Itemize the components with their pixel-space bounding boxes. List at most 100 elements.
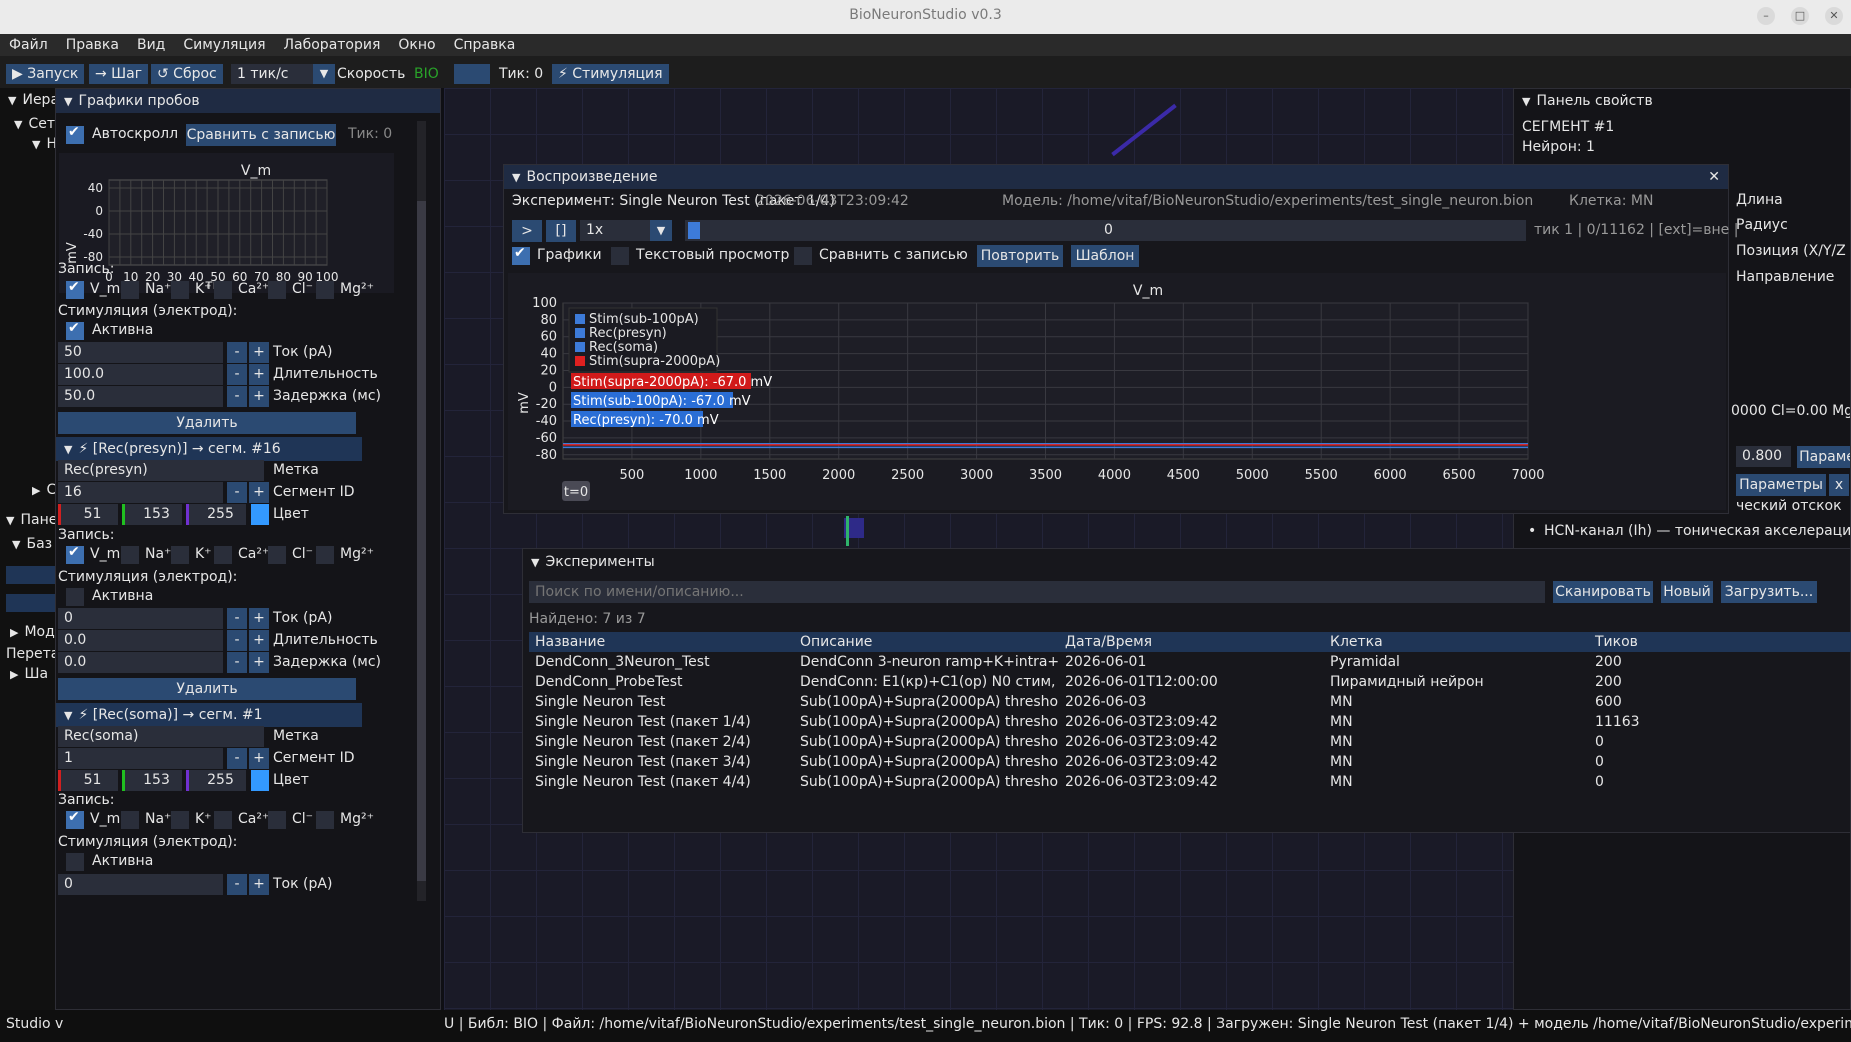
channel-checkbox-3[interactable] bbox=[214, 281, 232, 299]
column-header[interactable]: Тиков bbox=[1589, 632, 1851, 652]
new-experiment-button[interactable]: Новый bbox=[1661, 581, 1713, 603]
menu-window[interactable]: Окно bbox=[389, 34, 444, 56]
compare-checkbox[interactable] bbox=[794, 247, 812, 265]
plus-icon[interactable]: + bbox=[249, 748, 269, 769]
color-swatch[interactable] bbox=[251, 770, 269, 791]
channel-checkbox-2[interactable] bbox=[171, 546, 189, 564]
delete-probe-button[interactable]: Удалить bbox=[58, 678, 356, 700]
minus-icon[interactable]: - bbox=[227, 482, 247, 503]
color-swatch[interactable] bbox=[251, 504, 269, 525]
minus-icon[interactable]: - bbox=[227, 608, 247, 629]
run-button[interactable]: ▶ Запуск bbox=[6, 64, 85, 84]
color-g-input[interactable]: 153 bbox=[122, 770, 182, 791]
column-header[interactable]: Название bbox=[529, 632, 794, 652]
probe-soma-header[interactable]: ▼ ⚡ [Rec(soma)] → сегм. #1 bbox=[56, 703, 362, 727]
duration-input[interactable]: 0.0 bbox=[58, 630, 223, 651]
hierarchy-header[interactable]: ▼ Иера bbox=[8, 92, 59, 108]
neuron-segment[interactable] bbox=[1111, 103, 1177, 157]
text-view-checkbox[interactable] bbox=[611, 247, 629, 265]
timeline-slider[interactable]: 0 bbox=[685, 220, 1526, 241]
step-button[interactable]: → Шаг bbox=[89, 64, 149, 84]
color-r-input[interactable]: 51 bbox=[58, 504, 118, 525]
channel-checkbox-2[interactable] bbox=[171, 281, 189, 299]
delay-input[interactable]: 50.0 bbox=[58, 386, 223, 407]
plus-icon[interactable]: + bbox=[249, 386, 269, 407]
menu-edit[interactable]: Правка bbox=[57, 34, 128, 56]
channel-checkbox-4[interactable] bbox=[268, 546, 286, 564]
menu-file[interactable]: Файл bbox=[0, 34, 57, 56]
menu-view[interactable]: Вид bbox=[128, 34, 174, 56]
channel-checkbox-2[interactable] bbox=[171, 811, 189, 829]
color-b-input[interactable]: 255 bbox=[186, 770, 246, 791]
minus-icon[interactable]: - bbox=[227, 364, 247, 385]
params-tab[interactable]: Параметры bbox=[1736, 474, 1826, 496]
experiments-header[interactable]: ▼ Эксперименты bbox=[523, 549, 1850, 575]
table-row[interactable]: Single Neuron Test (пакет 2/4) Sub(100pA)… bbox=[529, 732, 1851, 752]
channel-checkbox-5[interactable] bbox=[316, 281, 334, 299]
minus-icon[interactable]: - bbox=[227, 386, 247, 407]
param-value-input[interactable]: 0.800 bbox=[1736, 446, 1791, 467]
minus-icon[interactable]: - bbox=[227, 342, 247, 363]
channel-checkbox-3[interactable] bbox=[214, 546, 232, 564]
experiment-search-input[interactable] bbox=[529, 581, 1545, 603]
segment-id-input[interactable]: 16 bbox=[58, 482, 223, 503]
channel-checkbox-1[interactable] bbox=[121, 281, 139, 299]
table-row[interactable]: DendConn_ProbeTest DendConn: E1(кр)+C1(ор… bbox=[529, 672, 1851, 692]
menu-simulation[interactable]: Симуляция bbox=[174, 34, 274, 56]
panel-section[interactable]: ▼ Пане bbox=[6, 512, 57, 528]
template-section[interactable]: ▶ Ша bbox=[10, 666, 48, 682]
stim-active-checkbox[interactable] bbox=[66, 588, 84, 606]
tree-c[interactable]: ▶ С bbox=[32, 482, 56, 498]
table-row[interactable]: Single Neuron Test (пакет 1/4) Sub(100pA)… bbox=[529, 712, 1851, 732]
base-item[interactable] bbox=[6, 566, 56, 584]
plus-icon[interactable]: + bbox=[249, 630, 269, 651]
column-header[interactable]: Клетка bbox=[1324, 632, 1589, 652]
channel-checkbox-4[interactable] bbox=[268, 281, 286, 299]
color-b-input[interactable]: 255 bbox=[186, 504, 246, 525]
probe-presyn-header[interactable]: ▼ ⚡ [Rec(presyn)] → сегм. #16 bbox=[56, 437, 362, 461]
channel-checkbox-3[interactable] bbox=[214, 811, 232, 829]
pause-button[interactable]: [] bbox=[546, 220, 576, 242]
playback-header[interactable]: ▼ Воспроизведение ✕ bbox=[504, 165, 1728, 189]
template-button[interactable]: Шаблон bbox=[1071, 245, 1139, 267]
plus-icon[interactable]: + bbox=[249, 874, 269, 895]
channel-checkbox-5[interactable] bbox=[316, 811, 334, 829]
properties-header[interactable]: ▼ Панель свойств bbox=[1514, 89, 1850, 113]
chevron-down-icon[interactable]: ▼ bbox=[650, 220, 672, 241]
current-input[interactable]: 0 bbox=[58, 608, 223, 629]
slider-handle[interactable] bbox=[688, 222, 700, 239]
probes-header[interactable]: ▼ Графики пробов bbox=[56, 89, 440, 113]
close-icon[interactable]: ✕ bbox=[1708, 165, 1720, 189]
minus-icon[interactable]: - bbox=[227, 652, 247, 673]
duration-input[interactable]: 100.0 bbox=[58, 364, 223, 385]
delay-input[interactable]: 0.0 bbox=[58, 652, 223, 673]
delete-probe-button[interactable]: Удалить bbox=[58, 412, 356, 434]
color-g-input[interactable]: 153 bbox=[122, 504, 182, 525]
channel-checkbox-5[interactable] bbox=[316, 546, 334, 564]
rate-select[interactable]: 1 тик/с ▼ bbox=[231, 64, 335, 84]
repeat-button[interactable]: Повторить bbox=[977, 245, 1063, 267]
speed-select[interactable]: 1x ▼ bbox=[580, 220, 672, 241]
maximize-icon[interactable]: □ bbox=[1791, 7, 1809, 25]
speed-slider[interactable] bbox=[454, 64, 490, 84]
table-row[interactable]: DendConn_3Neuron_Test DendConn 3-neuron r… bbox=[529, 652, 1851, 672]
table-row[interactable]: Single Neuron Test (пакет 4/4) Sub(100pA)… bbox=[529, 772, 1851, 792]
play-button[interactable]: > bbox=[512, 220, 542, 242]
probe-name-input[interactable]: Rec(presyn) bbox=[58, 460, 264, 481]
minus-icon[interactable]: - bbox=[227, 748, 247, 769]
menu-help[interactable]: Справка bbox=[445, 34, 525, 56]
plus-icon[interactable]: + bbox=[249, 342, 269, 363]
reset-button[interactable]: ↺ Сброс bbox=[151, 64, 223, 84]
segment-id-input[interactable]: 1 bbox=[58, 748, 223, 769]
channel-checkbox-1[interactable] bbox=[121, 811, 139, 829]
plus-icon[interactable]: + bbox=[249, 364, 269, 385]
table-row[interactable]: Single Neuron Test Sub(100pA)+Supra(2000p… bbox=[529, 692, 1851, 712]
minus-icon[interactable]: - bbox=[227, 874, 247, 895]
close-params-icon[interactable]: x bbox=[1829, 474, 1849, 496]
channel-checkbox-4[interactable] bbox=[268, 811, 286, 829]
plus-icon[interactable]: + bbox=[249, 608, 269, 629]
column-header[interactable]: Дата/Время bbox=[1059, 632, 1324, 652]
minimize-icon[interactable]: – bbox=[1757, 7, 1775, 25]
graphs-checkbox[interactable] bbox=[512, 245, 530, 265]
stim-active-checkbox[interactable] bbox=[66, 853, 84, 871]
